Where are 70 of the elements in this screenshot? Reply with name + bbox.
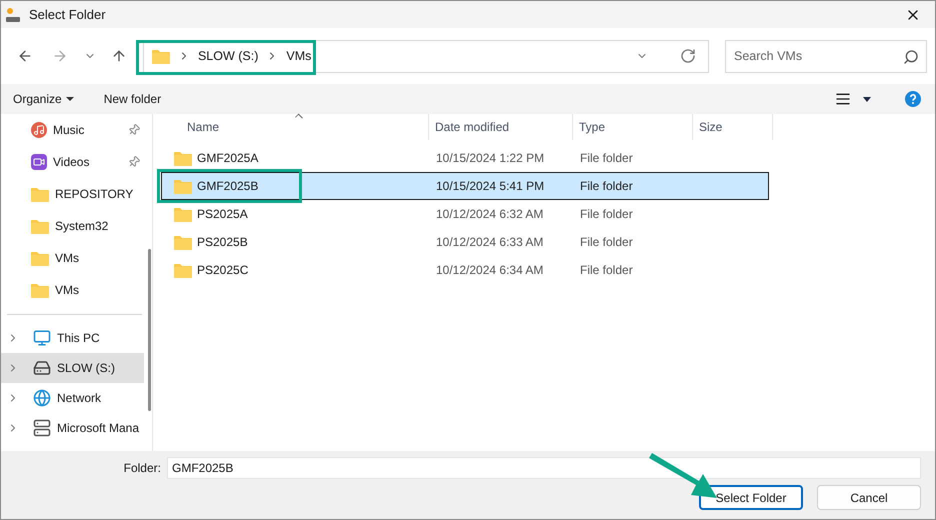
drive-icon	[33, 359, 51, 377]
arrow-left-icon	[16, 48, 33, 64]
date-cell-text: 10/12/2024 6:34 AM	[435, 262, 544, 279]
column-header[interactable]: Name	[161, 114, 429, 140]
folder-icon	[31, 250, 49, 266]
search-icon	[903, 48, 920, 64]
column-header[interactable]: Date modified	[429, 114, 573, 140]
date-cell-text: 10/15/2024 5:41 PM	[435, 178, 546, 195]
folder-input[interactable]: GMF2025B	[167, 457, 921, 479]
file-name: GMF2025A	[197, 150, 258, 167]
folder-label: Folder:	[124, 460, 161, 477]
monitor-icon	[33, 329, 51, 347]
sidebar-item[interactable]: VMs	[1, 274, 148, 306]
sidebar-item[interactable]: REPOSITORY	[1, 178, 148, 210]
sidebar-item[interactable]: Music	[1, 114, 148, 146]
server-icon	[33, 419, 51, 437]
scrollbar-thumb[interactable]	[148, 249, 151, 411]
file-name: PS2025B	[197, 234, 248, 251]
folder-icon	[152, 48, 170, 64]
search-field[interactable]: Search VMs	[725, 40, 928, 72]
sidebar-item[interactable]: System32	[1, 210, 148, 242]
refresh-icon[interactable]	[680, 48, 696, 64]
folder-icon	[174, 150, 192, 166]
type-cell-text: File folder	[579, 206, 634, 223]
type-cell-text: File folder	[579, 150, 634, 167]
sidebar-item[interactable]: VMs	[1, 242, 148, 274]
file-name: PS2025C	[197, 262, 248, 279]
breadcrumb[interactable]: VMs	[286, 46, 312, 66]
type-cell-text: File folder	[579, 262, 634, 279]
type-cell-text: File folder	[579, 178, 634, 195]
type-cell-text: File folder	[579, 234, 634, 251]
drive-icon	[5, 6, 21, 22]
folder-icon	[31, 186, 49, 202]
file-row[interactable]: GMF2025A 10/15/2024 1:22 PM File folder	[161, 144, 769, 172]
file-row[interactable]: GMF2025B 10/15/2024 5:41 PM File folder	[161, 172, 769, 200]
column-header[interactable]: Type	[573, 114, 693, 140]
sidebar-item[interactable]: Network	[1, 383, 144, 413]
organize-menu[interactable]: Organize	[13, 90, 74, 108]
network-icon	[33, 389, 51, 407]
date-cell-text: 10/15/2024 1:22 PM	[435, 150, 546, 167]
video-icon	[31, 154, 47, 170]
folder-icon	[31, 282, 49, 298]
file-name: GMF2025B	[197, 178, 258, 195]
sidebar-item[interactable]: This PC	[1, 323, 144, 353]
folder-icon	[31, 218, 49, 234]
new-folder-button[interactable]: New folder	[104, 90, 162, 108]
file-name: PS2025A	[197, 206, 248, 223]
file-row[interactable]: PS2025B 10/12/2024 6:33 AM File folder	[161, 228, 769, 256]
date-cell-text: 10/12/2024 6:32 AM	[435, 206, 544, 223]
sidebar-item[interactable]: Microsoft Mana	[1, 413, 144, 443]
file-row[interactable]: PS2025A 10/12/2024 6:32 AM File folder	[161, 200, 769, 228]
date-cell-text: 10/12/2024 6:33 AM	[435, 234, 544, 251]
caret-icon	[66, 97, 74, 101]
folder-icon	[174, 178, 192, 194]
file-row[interactable]: PS2025C 10/12/2024 6:34 AM File folder	[161, 256, 769, 284]
help-icon[interactable]	[905, 91, 921, 107]
view-icon[interactable]	[835, 91, 851, 107]
caret-icon[interactable]	[863, 96, 871, 102]
breadcrumb[interactable]: SLOW (S:)	[198, 46, 258, 66]
sidebar-item[interactable]: Videos	[1, 146, 148, 178]
music-icon	[31, 122, 47, 138]
cancel-button[interactable]: Cancel	[817, 485, 921, 510]
sidebar-item[interactable]: SLOW (S:)	[1, 353, 144, 383]
column-header[interactable]: Size	[693, 114, 773, 140]
select-folder-button[interactable]: Select Folder	[699, 485, 803, 510]
folder-icon	[174, 206, 192, 222]
address-bar[interactable]: SLOW (S:) VMs	[142, 40, 710, 72]
folder-icon	[174, 262, 192, 278]
folder-icon	[174, 234, 192, 250]
window-title: Select Folder	[29, 6, 106, 24]
